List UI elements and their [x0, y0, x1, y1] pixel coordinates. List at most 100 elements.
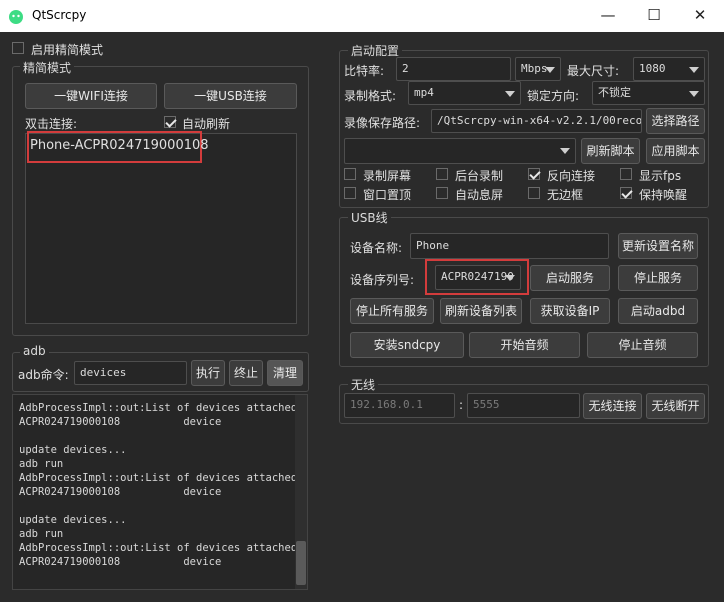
simple-mode-group-title: 精简模式	[20, 59, 75, 76]
log-line: ACPR024719000108 device	[19, 556, 222, 568]
background-record-checkbox[interactable]	[436, 168, 448, 180]
reverse-connect-checkbox[interactable]	[528, 168, 540, 180]
usb-group-title: USB线	[348, 209, 391, 226]
log-line: ACPR024719000108 device	[19, 416, 222, 428]
serial-select[interactable]: ACPR0247190	[435, 265, 521, 290]
record-screen-checkbox[interactable]	[344, 168, 356, 180]
start-service-button[interactable]: 启动服务	[530, 265, 610, 291]
log-line: AdbProcessImpl::out:List of devices atta…	[19, 542, 298, 554]
show-fps-label: 显示fps	[639, 169, 682, 183]
bitrate-unit-value: Mbps	[521, 62, 548, 75]
auto-refresh-label: 自动刷新	[182, 117, 231, 131]
bitrate-label: 比特率:	[344, 64, 385, 78]
window-title: QtScrcpy	[32, 8, 87, 22]
auto-screen-off-checkbox[interactable]	[436, 187, 448, 199]
show-fps-checkbox[interactable]	[620, 168, 632, 180]
chevron-down-icon	[689, 91, 699, 97]
adb-command-input[interactable]: devices	[74, 361, 187, 385]
stay-awake-checkbox[interactable]	[620, 187, 632, 199]
apply-script-button[interactable]: 应用脚本	[646, 138, 705, 164]
adb-group-title: adb	[20, 344, 49, 358]
chevron-down-icon	[505, 91, 515, 97]
record-path-label: 录像保存路径:	[344, 116, 421, 130]
install-sndcpy-button[interactable]: 安装sndcpy	[350, 332, 464, 358]
chevron-down-icon	[689, 67, 699, 73]
always-on-top-label: 窗口置顶	[363, 188, 412, 202]
log-output[interactable]: AdbProcessImpl::out:List of devices atta…	[12, 394, 308, 590]
device-name-input[interactable]: Phone	[410, 233, 609, 259]
chevron-down-icon	[545, 67, 555, 73]
lock-orientation-select[interactable]: 不锁定	[592, 81, 705, 105]
simple-mode-label: 启用精简模式	[31, 43, 104, 57]
log-line: AdbProcessImpl::out:List of devices atta…	[19, 402, 298, 414]
lock-orientation-label: 锁定方向:	[527, 89, 580, 103]
lock-orientation-value: 不锁定	[598, 86, 631, 99]
wifi-connect-button[interactable]: 一键WIFI连接	[25, 83, 157, 109]
max-size-value: 1080	[639, 62, 666, 75]
record-screen-label: 录制屏幕	[363, 169, 412, 183]
close-button[interactable]: ✕	[677, 0, 723, 32]
refresh-device-list-button[interactable]: 刷新设备列表	[440, 298, 522, 324]
bitrate-input[interactable]: 2	[396, 57, 511, 81]
update-device-name-button[interactable]: 更新设置名称	[618, 233, 698, 259]
reverse-connect-label: 反向连接	[547, 169, 596, 183]
start-audio-button[interactable]: 开始音频	[469, 332, 580, 358]
always-on-top-checkbox[interactable]	[344, 187, 356, 199]
adb-command-label: adb命令:	[18, 368, 69, 382]
frameless-label: 无边框	[547, 188, 584, 202]
wireless-port-input[interactable]: 5555	[467, 393, 580, 418]
max-size-label: 最大尺寸:	[567, 64, 620, 78]
get-device-ip-button[interactable]: 获取设备IP	[530, 298, 610, 324]
record-path-input[interactable]: /QtScrcpy-win-x64-v2.2.1/00record	[431, 109, 642, 133]
wireless-disconnect-button[interactable]: 无线断开	[646, 393, 705, 419]
max-size-select[interactable]: 1080	[633, 57, 705, 81]
record-format-select[interactable]: mp4	[408, 81, 521, 105]
title-bar[interactable]: QtScrcpy — ☐ ✕	[0, 0, 724, 32]
stop-all-services-button[interactable]: 停止所有服务	[350, 298, 434, 324]
auto-screen-off-label: 自动息屏	[455, 188, 504, 202]
stop-service-button[interactable]: 停止服务	[618, 265, 698, 291]
adb-clear-button[interactable]: 清理	[267, 360, 303, 386]
log-line: update devices...	[19, 444, 127, 456]
log-line: update devices...	[19, 514, 127, 526]
log-text: AdbProcessImpl::out:List of devices atta…	[19, 401, 298, 569]
select-path-button[interactable]: 选择路径	[646, 108, 705, 134]
serial-label: 设备序列号:	[350, 273, 415, 287]
simple-mode-checkbox[interactable]	[12, 42, 24, 54]
start-adbd-button[interactable]: 启动adbd	[618, 298, 698, 324]
chevron-down-icon	[505, 275, 515, 281]
adb-execute-button[interactable]: 执行	[191, 360, 225, 386]
wireless-group-title: 无线	[348, 376, 379, 393]
serial-value: ACPR0247190	[441, 270, 514, 283]
wireless-connect-button[interactable]: 无线连接	[583, 393, 642, 419]
auto-refresh-checkbox[interactable]	[164, 116, 176, 128]
background-record-label: 后台录制	[455, 169, 504, 183]
minimize-button[interactable]: —	[585, 0, 631, 32]
device-list-item-label: Phone-ACPR024719000108	[30, 138, 209, 153]
stop-audio-button[interactable]: 停止音频	[587, 332, 698, 358]
log-scrollbar-thumb[interactable]	[296, 541, 306, 585]
device-name-label: 设备名称:	[350, 241, 403, 255]
log-scrollbar[interactable]	[295, 395, 307, 589]
chevron-down-icon	[560, 148, 570, 154]
log-line: ACPR024719000108 device	[19, 486, 222, 498]
maximize-button[interactable]: ☐	[631, 0, 677, 32]
stay-awake-label: 保持唤醒	[639, 188, 688, 202]
wireless-ip-input[interactable]: 192.168.0.1	[344, 393, 455, 418]
record-format-value: mp4	[414, 86, 434, 99]
log-line: adb run	[19, 528, 64, 540]
app-icon	[8, 8, 24, 24]
usb-connect-button[interactable]: 一键USB连接	[164, 83, 297, 109]
frameless-checkbox[interactable]	[528, 187, 540, 199]
adb-terminate-button[interactable]: 终止	[229, 360, 263, 386]
refresh-script-button[interactable]: 刷新脚本	[581, 138, 640, 164]
record-format-label: 录制格式:	[344, 89, 397, 103]
startup-config-title: 启动配置	[348, 42, 403, 59]
double-click-label: 双击连接:	[25, 117, 78, 131]
log-line: adb run	[19, 458, 64, 470]
bitrate-unit-select[interactable]: Mbps	[515, 57, 561, 81]
script-select[interactable]	[344, 138, 576, 164]
wireless-colon: :	[459, 398, 464, 412]
